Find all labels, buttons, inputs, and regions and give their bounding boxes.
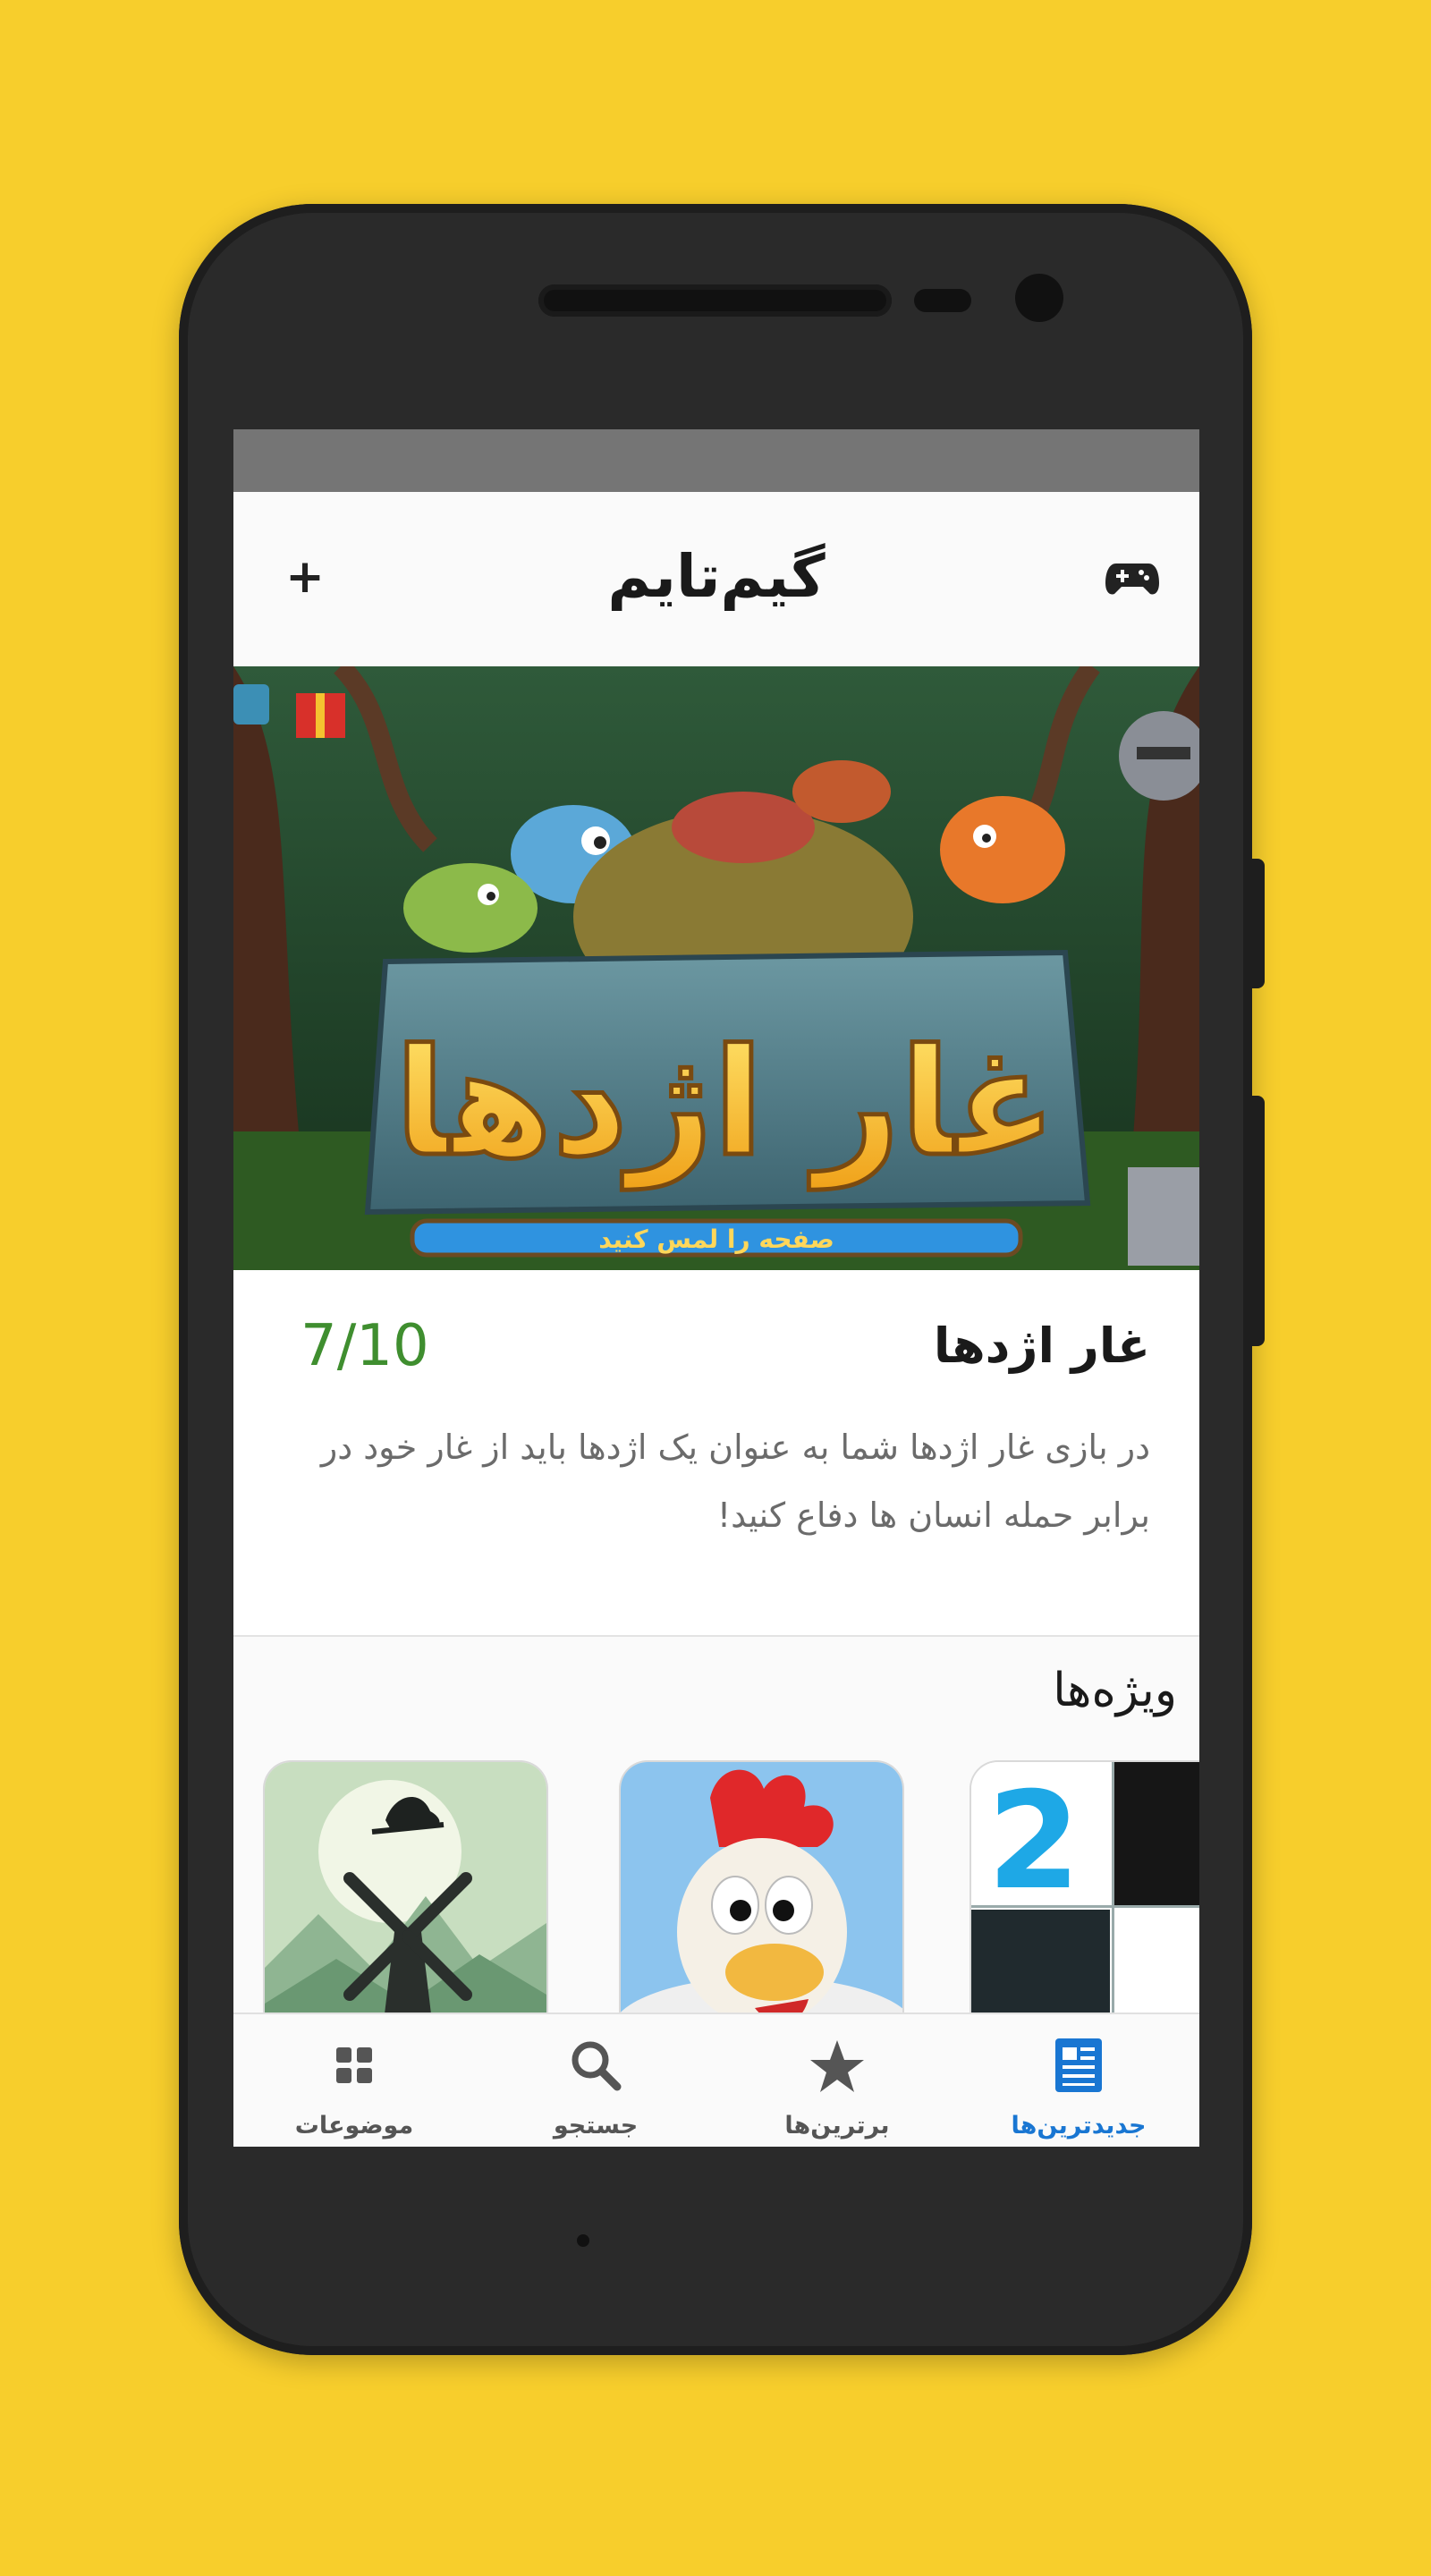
plus-icon[interactable]: +: [278, 546, 332, 608]
microphone-hole: [577, 2234, 589, 2247]
earpiece-speaker: [538, 284, 892, 317]
tab-categories[interactable]: موضوعات: [233, 2014, 475, 2147]
tab-search[interactable]: جستجو: [475, 2014, 716, 2147]
hero-banner[interactable]: غار اژدها صفحه را لمس کنید: [233, 666, 1199, 1270]
bottom-navigation: جدیدترین‌ها برترین‌ها جستجو: [233, 2012, 1199, 2147]
featured-section: ویژه‌ها 2: [233, 1637, 1199, 2012]
phone-frame: + گیم‌تایم: [179, 204, 1252, 2355]
search-icon: [572, 2041, 622, 2091]
game-rating: 7/10: [301, 1313, 429, 1379]
tab-top[interactable]: برترین‌ها: [716, 2014, 958, 2147]
featured-tile[interactable]: [265, 1762, 546, 2012]
proximity-sensor: [914, 289, 971, 312]
svg-text:2: 2: [987, 1764, 1080, 1919]
screen: + گیم‌تایم: [233, 429, 1199, 2147]
gamepad-icon[interactable]: [1105, 555, 1159, 599]
game-title: غار اژدها: [933, 1318, 1150, 1374]
hero-logo-text: غار اژدها: [394, 1017, 1056, 1190]
featured-tile[interactable]: [621, 1762, 902, 2012]
volume-button: [1252, 859, 1265, 988]
chicken-game-icon: [621, 1762, 902, 2012]
tab-label: موضوعات: [294, 2112, 414, 2140]
featured-title: ویژه‌ها: [1053, 1664, 1177, 1717]
piano-tiles-2-icon: 2: [971, 1762, 1199, 2012]
power-button: [1252, 1096, 1265, 1346]
app-title: گیم‌تایم: [607, 542, 826, 611]
game-description: در بازی غار اژدها شما به عنوان یک اژدها …: [320, 1428, 1150, 1535]
star-icon: [810, 2040, 864, 2092]
tab-newest[interactable]: جدیدترین‌ها: [958, 2014, 1199, 2147]
grid-icon: [336, 2047, 372, 2083]
hero-subtext: صفحه را لمس کنید: [598, 1224, 834, 1254]
tab-label: برترین‌ها: [784, 2112, 890, 2140]
game-card[interactable]: 7/10 غار اژدها در بازی غار اژدها شما به …: [233, 1270, 1199, 1635]
app-bar: + گیم‌تایم: [233, 492, 1199, 667]
front-camera: [1015, 274, 1063, 322]
hero-illustration: غار اژدها صفحه را لمس کنید: [233, 666, 1199, 1270]
status-bar: [233, 429, 1199, 492]
newspaper-icon: [1055, 2038, 1102, 2092]
tab-label: جدیدترین‌ها: [1011, 2112, 1147, 2140]
windmill-silhouette-game-icon: [265, 1762, 546, 2012]
featured-tile[interactable]: 2: [971, 1762, 1199, 2012]
tab-label: جستجو: [553, 2112, 639, 2140]
